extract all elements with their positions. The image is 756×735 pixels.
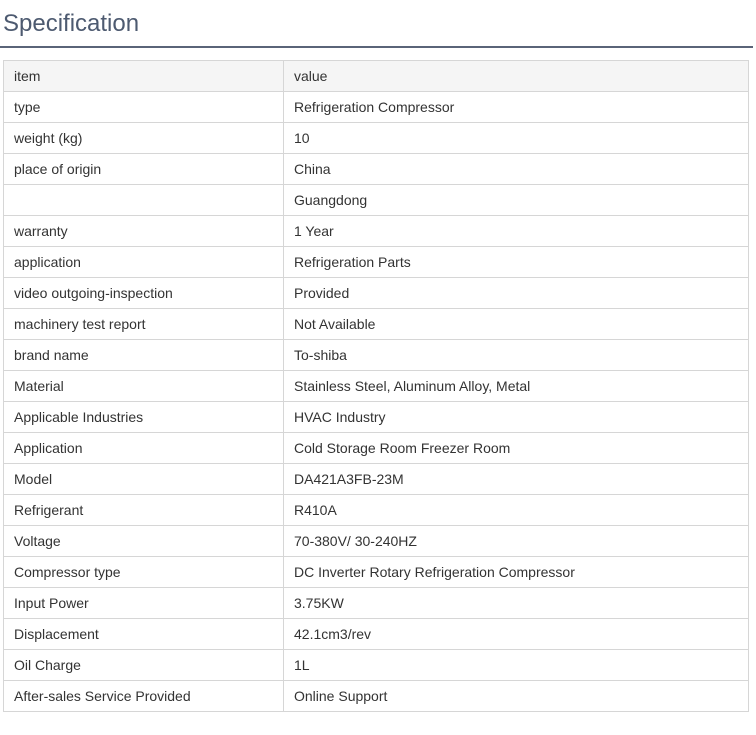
item-cell: video outgoing-inspection (3, 277, 284, 309)
value-cell: 1 Year (283, 215, 749, 247)
table-row: Applicable Industries HVAC Industry (3, 401, 749, 433)
item-cell: Application (3, 432, 284, 464)
item-cell: weight (kg) (3, 122, 284, 154)
table-row: Displacement 42.1cm3/rev (3, 618, 749, 650)
table-row: warranty 1 Year (3, 215, 749, 247)
table-row: Compressor type DC Inverter Rotary Refri… (3, 556, 749, 588)
value-cell: 1L (283, 649, 749, 681)
value-cell: DC Inverter Rotary Refrigeration Compres… (283, 556, 749, 588)
item-cell: place of origin (3, 153, 284, 185)
value-cell: Guangdong (283, 184, 749, 216)
item-cell: Compressor type (3, 556, 284, 588)
item-cell: Applicable Industries (3, 401, 284, 433)
table-row: type Refrigeration Compressor (3, 91, 749, 123)
value-cell: Refrigeration Parts (283, 246, 749, 278)
value-cell: 10 (283, 122, 749, 154)
item-cell: type (3, 91, 284, 123)
value-cell: Cold Storage Room Freezer Room (283, 432, 749, 464)
value-cell: 42.1cm3/rev (283, 618, 749, 650)
value-cell: R410A (283, 494, 749, 526)
table-row: machinery test report Not Available (3, 308, 749, 340)
table-row: Material Stainless Steel, Aluminum Alloy… (3, 370, 749, 402)
value-cell: Refrigeration Compressor (283, 91, 749, 123)
table-row: Model DA421A3FB-23M (3, 463, 749, 495)
table-row: Refrigerant R410A (3, 494, 749, 526)
value-cell: Stainless Steel, Aluminum Alloy, Metal (283, 370, 749, 402)
item-cell: brand name (3, 339, 284, 371)
item-cell: Input Power (3, 587, 284, 619)
value-cell: Not Available (283, 308, 749, 340)
table-row: Guangdong (3, 184, 749, 216)
table-row: brand name To-shiba (3, 339, 749, 371)
page-title: Specification (3, 10, 140, 37)
item-cell: After-sales Service Provided (3, 680, 284, 712)
item-cell: Displacement (3, 618, 284, 650)
table-row: place of origin China (3, 153, 749, 185)
value-cell: 70-380V/ 30-240HZ (283, 525, 749, 557)
table-row: Oil Charge 1L (3, 649, 749, 681)
item-cell: machinery test report (3, 308, 284, 340)
header-value-cell: value (283, 60, 749, 92)
spec-table: item value type Refrigeration Compressor… (3, 60, 749, 712)
item-cell: Model (3, 463, 284, 495)
header-item-cell: item (3, 60, 284, 92)
value-cell: To-shiba (283, 339, 749, 371)
value-cell: Provided (283, 277, 749, 309)
item-cell: Material (3, 370, 284, 402)
table-row: After-sales Service Provided Online Supp… (3, 680, 749, 712)
table-row: Application Cold Storage Room Freezer Ro… (3, 432, 749, 464)
table-row: Voltage 70-380V/ 30-240HZ (3, 525, 749, 557)
value-cell: China (283, 153, 749, 185)
table-row: weight (kg) 10 (3, 122, 749, 154)
item-cell: application (3, 246, 284, 278)
table-row: video outgoing-inspection Provided (3, 277, 749, 309)
value-cell: 3.75KW (283, 587, 749, 619)
item-cell: Refrigerant (3, 494, 284, 526)
value-cell: DA421A3FB-23M (283, 463, 749, 495)
table-header-row: item value (3, 60, 749, 92)
title-bar: Specification (0, 0, 753, 48)
item-cell: warranty (3, 215, 284, 247)
value-cell: Online Support (283, 680, 749, 712)
specification-page: Specification item value type Refrigerat… (0, 0, 756, 735)
table-row: application Refrigeration Parts (3, 246, 749, 278)
table-row: Input Power 3.75KW (3, 587, 749, 619)
item-cell: Oil Charge (3, 649, 284, 681)
item-cell: Voltage (3, 525, 284, 557)
value-cell: HVAC Industry (283, 401, 749, 433)
item-cell (3, 184, 284, 216)
